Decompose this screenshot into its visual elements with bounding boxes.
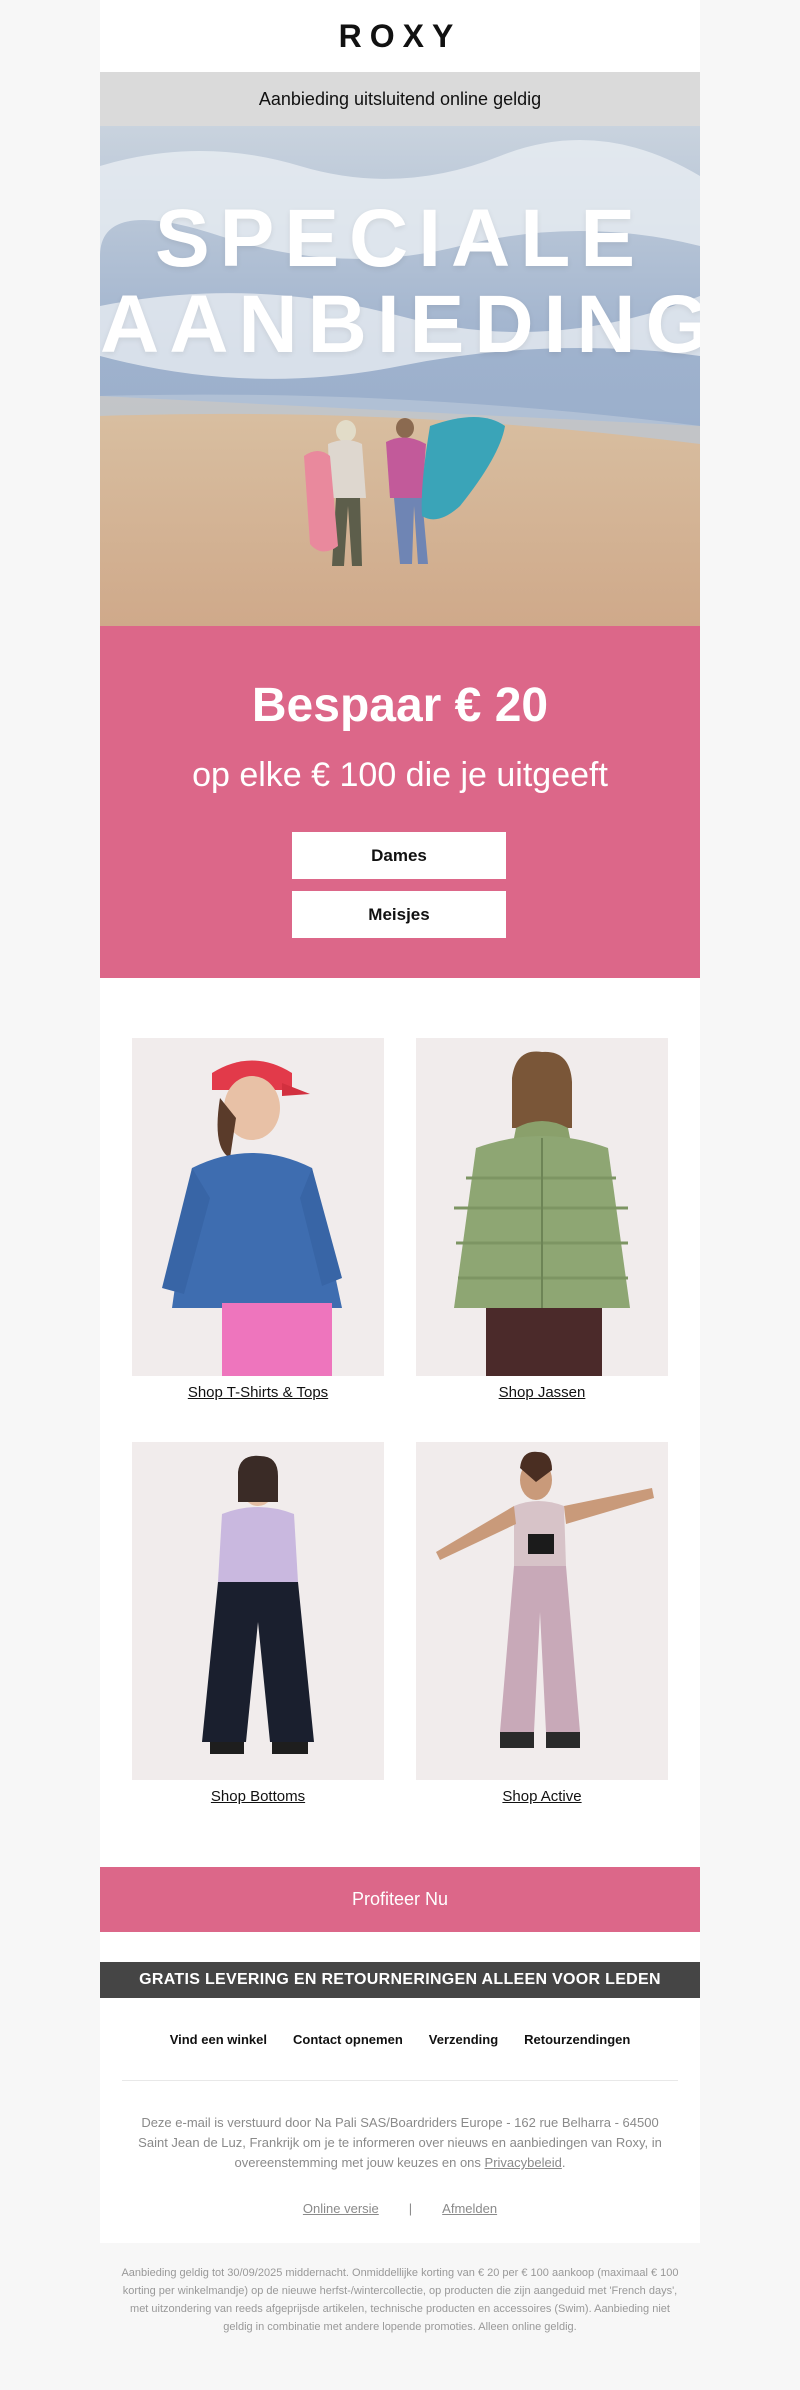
promo-subline: op elke € 100 die je uitgeeft [192,756,608,794]
promo-section: Bespaar € 20 op elke € 100 die je uitgee… [100,626,700,978]
footer-links: Online versie | Afmelden [100,2173,700,2243]
header: ROXY [100,0,700,72]
fine-print: Aanbieding geldig tot 30/09/2025 middern… [121,2267,679,2333]
online-only-notice: Aanbieding uitsluitend online geldig [100,72,700,126]
promo-headline: Bespaar € 20 [251,679,549,732]
hero-banner[interactable]: SPECIALE AANBIEDING [100,126,700,626]
find-store-link[interactable]: Vind een winkel [170,2032,267,2047]
shipping-link[interactable]: Verzending [429,2032,498,2047]
legal-period: . [561,2155,566,2170]
product-link-jackets[interactable]: Shop Jassen [416,1384,668,1401]
product-tile-tops[interactable]: Shop T-Shirts & Tops [132,1038,384,1401]
product-link-bottoms[interactable]: Shop Bottoms [132,1788,384,1805]
product-link-active[interactable]: Shop Active [416,1788,668,1805]
footer-separator: | [408,2200,413,2216]
product-image-bottoms[interactable] [132,1442,384,1780]
product-grid: Shop T-Shirts & Tops Shop Jassen Shop Bo… [100,978,700,1867]
legal-text: Deze e-mail is verstuurd door Na Pali SA… [100,2081,700,2173]
product-image-tops[interactable] [132,1038,384,1376]
women-button[interactable]: Dames [292,832,506,879]
unsubscribe-link[interactable]: Afmelden [442,2201,497,2216]
product-image-jackets[interactable] [416,1038,668,1376]
product-tile-jackets[interactable]: Shop Jassen [416,1038,668,1401]
contact-link[interactable]: Contact opnemen [293,2032,403,2047]
online-version-link[interactable]: Online versie [303,2201,379,2216]
hero-headline: SPECIALE AANBIEDING [100,196,700,368]
product-tile-bottoms[interactable]: Shop Bottoms [132,1442,384,1805]
product-link-tops[interactable]: Shop T-Shirts & Tops [132,1384,384,1401]
hero-line-1: SPECIALE [154,193,646,284]
free-shipping-banner: GRATIS LEVERING EN RETOURNERINGEN ALLEEN… [100,1962,700,1998]
girls-button[interactable]: Meisjes [292,891,506,938]
returns-link[interactable]: Retourzendingen [524,2032,630,2047]
profit-now-button[interactable]: Profiteer Nu [100,1867,700,1932]
footer-nav: Vind een winkel Contact opnemen Verzendi… [100,1998,700,2080]
product-tile-active[interactable]: Shop Active [416,1442,668,1805]
legal-body: Deze e-mail is verstuurd door Na Pali SA… [138,2115,662,2170]
spacer [100,1932,700,1962]
privacy-link[interactable]: Privacybeleid [485,2155,562,2170]
product-image-active[interactable] [416,1442,668,1780]
email-body: ROXY Aanbieding uitsluitend online geldi… [100,0,700,2243]
hero-line-2: AANBIEDING [100,279,700,370]
roxy-logo[interactable]: ROXY [339,18,462,55]
